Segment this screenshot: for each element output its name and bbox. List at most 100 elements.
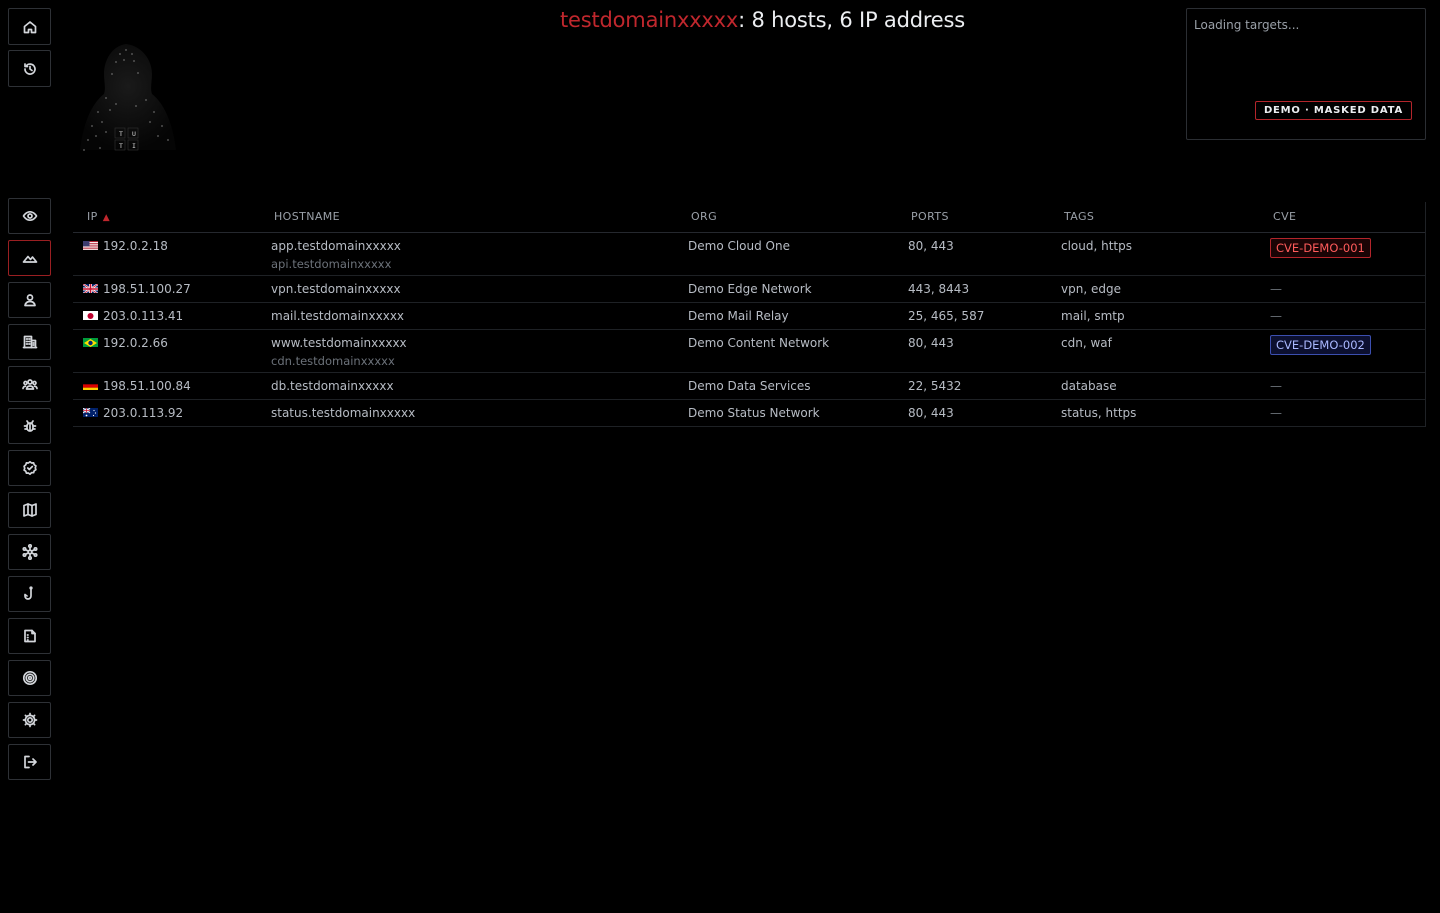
svg-text:T: T	[119, 130, 123, 138]
org-cell: Demo Status Network	[688, 406, 820, 420]
table-row[interactable]: 203.0.113.41 mail.testdomainxxxxx Demo M…	[73, 303, 1425, 330]
org-cell: Demo Cloud One	[688, 239, 790, 253]
cve-empty: —	[1270, 309, 1282, 323]
column-header-ports[interactable]: PORTS	[911, 210, 949, 223]
column-header-org[interactable]: ORG	[691, 210, 717, 223]
country-flag-icon	[83, 380, 98, 390]
ip-cell: 198.51.100.84	[83, 379, 191, 393]
cve-empty: —	[1270, 406, 1282, 420]
ip-cell: 198.51.100.27	[83, 282, 191, 296]
sidebar-item-graph[interactable]	[8, 534, 51, 570]
hostname[interactable]: www.testdomainxxxxx	[271, 336, 407, 350]
history-button[interactable]	[8, 50, 51, 87]
eye-icon	[22, 210, 37, 222]
hostname-cell: app.testdomainxxxxx api.testdomainxxxxx	[271, 239, 401, 271]
history-icon	[23, 62, 36, 75]
hostname[interactable]: db.testdomainxxxxx	[271, 379, 394, 393]
country-flag-icon	[83, 337, 98, 347]
table-header: IP ▲ HOSTNAME ORG PORTS TAGS CVE	[73, 202, 1425, 233]
cve-badge[interactable]: CVE-DEMO-001	[1270, 238, 1371, 258]
ip-cell: 203.0.113.92	[83, 406, 183, 420]
network-icon	[21, 544, 38, 560]
sidebar-item-phishing[interactable]	[8, 576, 51, 612]
cve-badge[interactable]: CVE-DEMO-002	[1270, 335, 1371, 355]
ip-address[interactable]: 192.0.2.66	[103, 336, 168, 350]
ip-address[interactable]: 192.0.2.18	[103, 239, 168, 253]
tags-cell: database	[1061, 379, 1117, 393]
map-icon	[22, 503, 37, 517]
hostname-cell: www.testdomainxxxxx cdn.testdomainxxxxx	[271, 336, 407, 368]
sidebar-item-surface[interactable]	[8, 240, 51, 276]
ip-address[interactable]: 198.51.100.84	[103, 379, 191, 393]
sidebar-item-people[interactable]	[8, 282, 51, 318]
sidebar-item-reports[interactable]	[8, 618, 51, 654]
cve-empty: —	[1270, 379, 1282, 393]
sidebar-item-map[interactable]	[8, 492, 51, 528]
hosts-table: IP ▲ HOSTNAME ORG PORTS TAGS CVE 192.0.2.…	[73, 202, 1426, 427]
sidebar-item-settings[interactable]	[8, 702, 51, 738]
tags-cell: status, https	[1061, 406, 1137, 420]
ports-cell: 22, 5432	[908, 379, 962, 393]
org-cell: Demo Content Network	[688, 336, 830, 350]
mountain-icon	[22, 255, 37, 263]
domain-name: testdomainxxxxx	[560, 8, 739, 32]
ports-cell: 80, 443	[908, 239, 954, 253]
ports-cell: 25, 465, 587	[908, 309, 985, 323]
hacker-logo-image: T U T I	[80, 44, 176, 151]
table-row[interactable]: 203.0.113.92 status.testdomainxxxxx Demo…	[73, 400, 1425, 427]
table-row[interactable]: 198.51.100.27 vpn.testdomainxxxxx Demo E…	[73, 276, 1425, 303]
svg-text:I: I	[132, 142, 136, 150]
ip-address[interactable]: 203.0.113.41	[103, 309, 183, 323]
ip-address[interactable]: 203.0.113.92	[103, 406, 183, 420]
table-row[interactable]: 198.51.100.84 db.testdomainxxxxx Demo Da…	[73, 373, 1425, 400]
check-badge-icon	[22, 460, 37, 476]
sidebar-item-overview[interactable]	[8, 198, 51, 234]
hostname[interactable]: app.testdomainxxxxx	[271, 239, 401, 253]
table-row[interactable]: 192.0.2.66 www.testdomainxxxxx cdn.testd…	[73, 330, 1425, 373]
column-header-tags[interactable]: TAGS	[1064, 210, 1094, 223]
hostname-alias[interactable]: api.testdomainxxxxx	[271, 257, 401, 271]
hostname-cell: mail.testdomainxxxxx	[271, 309, 404, 323]
tags-cell: mail, smtp	[1061, 309, 1125, 323]
user-icon	[23, 294, 36, 307]
targets-panel: Loading targets... DEMO · MASKED DATA	[1186, 8, 1426, 140]
sidebar-item-targets[interactable]	[8, 660, 51, 696]
column-header-hostname[interactable]: HOSTNAME	[274, 210, 340, 223]
org-cell: Demo Edge Network	[688, 282, 812, 296]
column-header-ip[interactable]: IP ▲	[87, 210, 110, 223]
bug-icon	[23, 420, 36, 432]
org-cell: Demo Data Services	[688, 379, 811, 393]
home-button[interactable]	[8, 8, 51, 45]
ports-cell: 80, 443	[908, 406, 954, 420]
hostname-cell: db.testdomainxxxxx	[271, 379, 394, 393]
hostname-cell: vpn.testdomainxxxxx	[271, 282, 401, 296]
org-cell: Demo Mail Relay	[688, 309, 789, 323]
settings-icon	[22, 712, 37, 728]
column-header-cve[interactable]: CVE	[1273, 210, 1296, 223]
hostname[interactable]: status.testdomainxxxxx	[271, 406, 415, 420]
ports-cell: 80, 443	[908, 336, 954, 350]
country-flag-icon	[83, 310, 98, 320]
ip-cell: 203.0.113.41	[83, 309, 183, 323]
document-icon	[23, 629, 36, 643]
target-icon	[22, 670, 37, 686]
country-flag-icon	[83, 407, 98, 417]
ports-cell: 443, 8443	[908, 282, 970, 296]
sidebar-item-logout[interactable]	[8, 744, 51, 780]
ip-address[interactable]: 198.51.100.27	[103, 282, 191, 296]
country-flag-icon	[83, 240, 98, 250]
tags-cell: cloud, https	[1061, 239, 1133, 253]
sidebar-item-vulnerabilities[interactable]	[8, 408, 51, 444]
sidebar-item-verified[interactable]	[8, 450, 51, 486]
demo-masked-badge: DEMO · MASKED DATA	[1254, 101, 1412, 120]
table-row[interactable]: 192.0.2.18 app.testdomainxxxxx api.testd…	[73, 233, 1425, 276]
sidebar-item-groups[interactable]	[8, 366, 51, 402]
cve-empty: —	[1270, 282, 1282, 296]
ip-cell: 192.0.2.18	[83, 239, 168, 253]
hostname[interactable]: mail.testdomainxxxxx	[271, 309, 404, 323]
sidebar-item-organizations[interactable]	[8, 324, 51, 360]
table-body: 192.0.2.18 app.testdomainxxxxx api.testd…	[73, 233, 1425, 427]
home-icon	[23, 20, 36, 33]
hostname-alias[interactable]: cdn.testdomainxxxxx	[271, 354, 407, 368]
hostname[interactable]: vpn.testdomainxxxxx	[271, 282, 401, 296]
